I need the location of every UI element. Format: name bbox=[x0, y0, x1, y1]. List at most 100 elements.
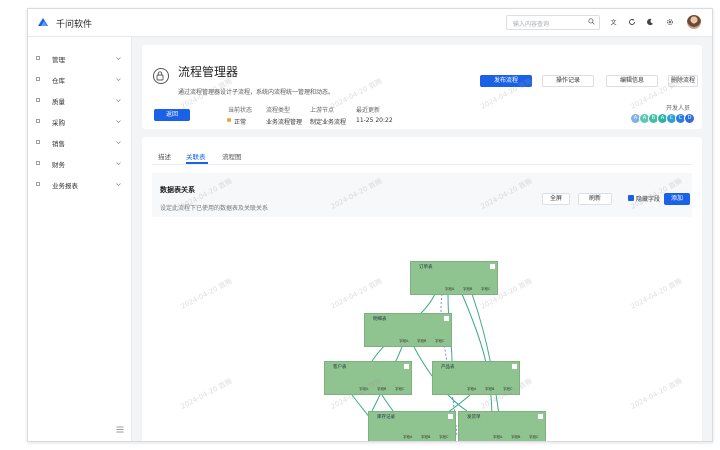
app-window: 千问软件 输入内容查询 文 管理 仓库 质量 采购 销售 财务 业务报表 流程管… bbox=[27, 8, 713, 442]
menu-square-icon bbox=[36, 140, 40, 144]
sidebar-item-management[interactable]: 管理 bbox=[28, 52, 132, 66]
dark-mode-icon[interactable] bbox=[646, 18, 654, 26]
edit-info-button[interactable]: 编辑信息 bbox=[606, 75, 658, 87]
node-close-icon[interactable] bbox=[448, 414, 453, 419]
graph-node[interactable]: 明细表 字段A 字段B 字段C bbox=[364, 313, 452, 347]
page-description: 通过流程管理器设计子流程，系统内流程统一管理和动态。 bbox=[178, 89, 335, 96]
meta-key: 流程类型 bbox=[266, 107, 291, 114]
node-close-icon[interactable] bbox=[512, 364, 517, 369]
publish-button[interactable]: 发布流程 bbox=[480, 75, 532, 87]
edge bbox=[461, 293, 493, 422]
node-port: 字段C bbox=[529, 435, 539, 439]
node-port: 字段A bbox=[403, 435, 413, 439]
chevron-down-icon bbox=[116, 183, 121, 186]
search-input[interactable]: 输入内容查询 bbox=[506, 15, 600, 30]
node-port: 字段B bbox=[377, 387, 387, 391]
graph-node[interactable]: 产品表 字段A 字段B 字段C bbox=[432, 361, 520, 395]
translate-icon[interactable]: 文 bbox=[610, 18, 618, 27]
graph-node[interactable]: 订单表 字段A 字段B 字段C bbox=[410, 261, 498, 295]
node-port: 字段A bbox=[493, 435, 503, 439]
sidebar-item-finance[interactable]: 财务 bbox=[28, 157, 132, 171]
sidebar-item-label: 仓库 bbox=[52, 77, 65, 85]
node-port: 字段C bbox=[503, 387, 513, 391]
process-header-card: 流程管理器 通过流程管理器设计子流程，系统内流程统一管理和动态。 发布流程 操作… bbox=[142, 45, 702, 129]
node-port: 字段A bbox=[399, 339, 409, 343]
collapse-menu-icon[interactable] bbox=[116, 426, 124, 433]
tab-related-tables[interactable]: 关联表 bbox=[186, 151, 206, 161]
app-title: 千问软件 bbox=[56, 20, 93, 30]
refresh-icon[interactable] bbox=[628, 18, 636, 26]
node-close-icon[interactable] bbox=[490, 264, 495, 269]
button-label: 返回 bbox=[165, 111, 178, 118]
graph-node[interactable]: 客户表 字段A 字段B 字段C bbox=[324, 361, 412, 395]
app-logo-icon bbox=[38, 18, 48, 26]
node-port: 字段C bbox=[435, 339, 445, 343]
node-close-icon[interactable] bbox=[404, 364, 409, 369]
sidebar-item-label: 销售 bbox=[52, 140, 65, 148]
node-title: 发货单 bbox=[467, 415, 481, 420]
relationship-graph-canvas[interactable]: 订单表 字段A 字段B 字段C 明细表 字段A 字段B 字段C 客户表 字段A … bbox=[152, 221, 692, 441]
button-label: 操作记录 bbox=[555, 77, 580, 84]
menu-square-icon bbox=[36, 182, 40, 186]
add-button[interactable]: 添加 bbox=[664, 193, 690, 205]
node-close-icon[interactable] bbox=[538, 414, 543, 419]
meta-key: 上游节点 bbox=[310, 107, 335, 114]
sidebar-item-label: 采购 bbox=[52, 119, 65, 127]
chevron-down-icon bbox=[116, 120, 121, 123]
graph-node[interactable]: 发货单 字段A 字段B 字段C bbox=[458, 411, 546, 441]
meta-value: 11-25 20:22 bbox=[356, 117, 393, 124]
chevron-down-icon bbox=[116, 162, 121, 165]
sidebar-item-purchase[interactable]: 采购 bbox=[28, 115, 132, 129]
panel-title: 数据表关系 bbox=[160, 186, 195, 194]
sidebar-item-reports[interactable]: 业务报表 bbox=[28, 178, 132, 192]
checkbox-label: 隐藏字段 bbox=[636, 196, 661, 203]
node-close-icon[interactable] bbox=[444, 316, 449, 321]
node-title: 库存记录 bbox=[377, 415, 395, 420]
node-port: 字段C bbox=[395, 387, 405, 391]
history-button[interactable]: 操作记录 bbox=[542, 75, 594, 87]
node-title: 明细表 bbox=[373, 317, 387, 322]
developer-avatar[interactable]: D bbox=[684, 113, 695, 124]
sidebar-item-sales[interactable]: 销售 bbox=[28, 136, 132, 150]
developers-label: 开发人员 bbox=[666, 105, 691, 112]
chevron-down-icon bbox=[116, 78, 121, 81]
node-port: 字段C bbox=[481, 287, 491, 291]
node-port: 字段A bbox=[359, 387, 369, 391]
meta-value: 正常 bbox=[234, 119, 247, 126]
chevron-down-icon bbox=[116, 141, 121, 144]
user-avatar[interactable] bbox=[687, 15, 701, 29]
sidebar-item-label: 财务 bbox=[52, 161, 65, 169]
button-label: 全屏 bbox=[549, 195, 562, 202]
button-label: 添加 bbox=[670, 195, 683, 202]
node-port: 字段C bbox=[439, 435, 449, 439]
fullscreen-button[interactable]: 全屏 bbox=[542, 193, 570, 205]
meta-key: 最近更新 bbox=[356, 107, 381, 114]
chevron-down-icon bbox=[116, 99, 121, 102]
refresh-button[interactable]: 刷新 bbox=[578, 193, 612, 205]
graph-node[interactable]: 库存记录 字段A 字段B 字段C bbox=[368, 411, 456, 441]
settings-icon[interactable] bbox=[666, 18, 674, 26]
button-label: 删除流程 bbox=[670, 77, 695, 84]
sidebar-item-label: 管理 bbox=[52, 56, 65, 64]
node-port: 字段A bbox=[467, 387, 477, 391]
menu-square-icon bbox=[36, 56, 40, 60]
node-port: 字段B bbox=[511, 435, 521, 439]
search-icon[interactable] bbox=[588, 18, 595, 25]
hide-fields-checkbox[interactable] bbox=[628, 195, 634, 201]
node-title: 客户表 bbox=[333, 365, 347, 370]
flow-lock-icon bbox=[153, 68, 169, 84]
sidebar-item-label: 业务报表 bbox=[52, 182, 78, 190]
top-bar: 千问软件 输入内容查询 文 bbox=[28, 9, 712, 37]
tab-flowchart[interactable]: 流程图 bbox=[222, 151, 242, 161]
node-port: 字段A bbox=[445, 287, 455, 291]
node-port: 字段B bbox=[417, 339, 427, 343]
tab-description[interactable]: 描述 bbox=[158, 151, 171, 161]
main-content-card: 描述 关联表 流程图 数据表关系 设定此流程下已使用的数据表及关联关系 全屏 刷… bbox=[142, 137, 702, 441]
sidebar: 管理 仓库 质量 采购 销售 财务 业务报表 bbox=[28, 37, 132, 441]
tabs-divider bbox=[152, 164, 692, 165]
sidebar-item-warehouse[interactable]: 仓库 bbox=[28, 73, 132, 87]
node-port: 字段B bbox=[421, 435, 431, 439]
sidebar-item-quality[interactable]: 质量 bbox=[28, 94, 132, 108]
back-button[interactable]: 返回 bbox=[154, 109, 190, 121]
delete-button[interactable]: 删除流程 bbox=[668, 75, 698, 87]
